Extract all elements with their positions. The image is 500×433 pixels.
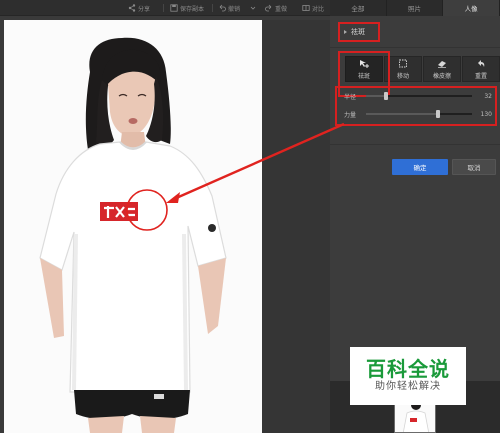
divider xyxy=(330,47,500,48)
section-title: 祛斑 xyxy=(351,28,365,36)
watermark-subtitle: 助你轻松解决 xyxy=(375,381,441,392)
tool-label: 重置 xyxy=(474,72,487,80)
eraser-icon xyxy=(438,60,446,68)
save-as-label: 保存副本 xyxy=(180,5,205,13)
photo-canvas[interactable] xyxy=(4,20,262,433)
reset-arrow-icon xyxy=(478,59,485,67)
compare-button[interactable]: 对比 xyxy=(302,2,324,14)
tool-label: 移动 xyxy=(396,72,409,80)
move-frame-icon xyxy=(399,59,407,67)
divider xyxy=(330,144,500,145)
undo-button[interactable]: 撤销 xyxy=(218,2,240,14)
redo-label: 重做 xyxy=(275,5,288,13)
share-icon xyxy=(128,4,136,12)
undo-label: 撤销 xyxy=(228,5,241,13)
chevron-down-icon xyxy=(249,4,257,12)
compare-label: 对比 xyxy=(312,5,325,13)
share-button[interactable]: 分享 xyxy=(128,2,150,14)
redo-button[interactable]: 重做 xyxy=(265,2,287,14)
undo-icon xyxy=(218,4,226,12)
compare-icon xyxy=(302,4,310,12)
canvas-area[interactable] xyxy=(0,16,330,433)
toolbar-divider xyxy=(212,4,213,12)
save-as-button[interactable]: 保存副本 xyxy=(170,2,204,14)
confirm-button[interactable]: 确定 xyxy=(392,159,448,175)
watermark-title: 百科全说 xyxy=(366,357,450,381)
category-tabs: 全部 照片 人像 xyxy=(330,0,500,16)
cancel-button[interactable]: 取消 xyxy=(452,159,496,175)
canvas-empty-area xyxy=(262,20,330,433)
tab-all[interactable]: 全部 xyxy=(330,0,387,16)
top-toolbar: 分享 保存副本 撤销 重做 对比 xyxy=(0,0,330,16)
tool-reset[interactable]: 重置 xyxy=(462,56,500,82)
undo-dropdown[interactable] xyxy=(249,2,257,14)
watermark-badge: 百科全说 助你轻松解决 xyxy=(350,347,466,405)
share-label: 分享 xyxy=(138,5,151,13)
slider-highlight-box xyxy=(335,86,497,126)
save-icon xyxy=(170,4,178,12)
portrait-photo xyxy=(4,20,262,433)
toolbar-divider xyxy=(163,4,164,12)
tab-portrait[interactable]: 人像 xyxy=(443,0,500,16)
photo-editor-window: 分享 保存副本 撤销 重做 对比 全部 照片 人像 祛斑 祛斑 移动 橡皮擦 重… xyxy=(0,0,500,433)
section-header[interactable]: 祛斑 xyxy=(338,22,380,42)
redo-icon xyxy=(265,4,273,12)
expand-triangle-icon xyxy=(344,30,347,34)
tool-eraser[interactable]: 橡皮擦 xyxy=(423,56,461,82)
tab-photo[interactable]: 照片 xyxy=(387,0,444,16)
tool-label: 橡皮擦 xyxy=(432,72,451,80)
